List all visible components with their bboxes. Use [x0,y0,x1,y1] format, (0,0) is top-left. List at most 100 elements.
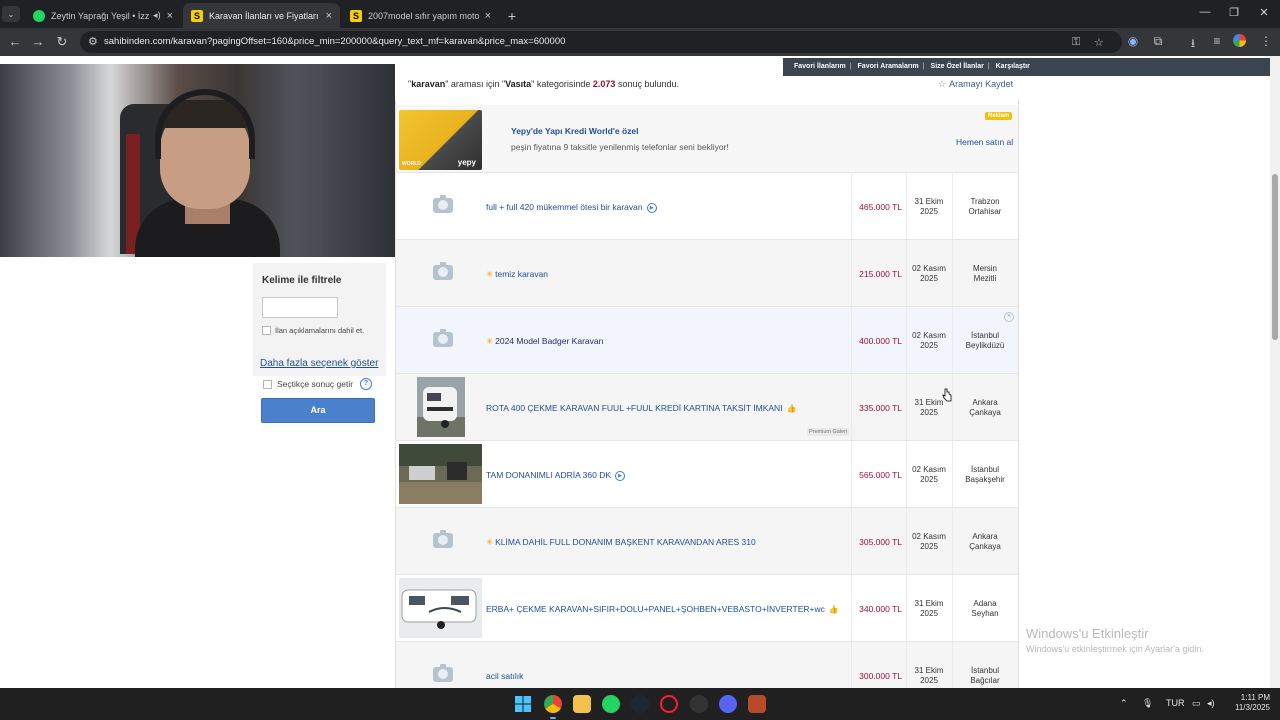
whatsapp-icon[interactable] [602,695,620,713]
url-text[interactable]: sahibinden.com/karavan?pagingOffset=160&… [104,36,565,47]
ad-cta-link[interactable]: Hemen satın al [956,137,1013,147]
system-clock[interactable]: 1:11 PM 11/3/2025 [1226,693,1270,713]
listing-date: 31 Ekim 2025 [906,599,952,619]
listing-title-text: TAM DONANIMLI ADRİA 360 DK [486,470,612,480]
bookmark-star-icon[interactable]: ☆ [1094,36,1104,49]
volume-icon[interactable]: ◂) [1207,698,1215,709]
listing-thumbnail[interactable] [399,176,482,236]
location-district: Ortahisar [968,207,1002,216]
more-options-link[interactable]: Daha fazla seçenek göster [260,358,378,369]
include-description-checkbox[interactable] [262,326,271,335]
location-district: Mezitli [973,274,997,283]
save-search-link[interactable]: ☆ Aramayı Kaydet [938,79,1013,90]
nav-favorite-listings[interactable]: Favori İlanlarım [794,63,846,70]
listing-title[interactable]: TAM DONANIMLI ADRİA 360 DK ▶ [486,470,626,481]
plus-icon: + [507,7,517,24]
close-window-button[interactable]: ✕ [1249,6,1279,19]
listing-title[interactable]: full + full 420 mükemmel ötesi bir karav… [486,202,657,213]
listing-row[interactable]: ROTA 400 ÇEKME KARAVAN FUUL +FUUL KREDİ … [396,374,1018,441]
chrome-icon[interactable] [544,695,562,713]
restore-button[interactable]: ❐ [1219,6,1249,19]
download-icon[interactable]: ⭳ [1185,34,1201,55]
speaker-icon[interactable]: ◂) [153,10,161,21]
close-icon[interactable]: × [167,10,173,22]
listing-row[interactable]: ✳ KLİMA DAHİL FULL DONANIM BAŞKENT KARAVA… [396,508,1018,575]
extension-icon[interactable]: ◉ [1125,34,1141,48]
listing-thumbnail[interactable] [399,511,482,571]
hide-listing-close-icon[interactable]: × [1004,312,1014,322]
reading-list-icon[interactable]: ≡ [1209,34,1225,48]
tab-title: Karavan İlanları ve Fiyatları sahib [209,10,320,21]
obs-icon[interactable] [690,695,708,713]
nav-special-listings[interactable]: Size Özel İlanlar [931,63,984,70]
network-icon[interactable]: ▭ [1192,698,1201,709]
nav-favorite-searches[interactable]: Favori Aramalarım [858,63,919,70]
tab-search-button[interactable]: ⌄ [2,6,20,22]
discord-icon[interactable] [719,695,737,713]
listing-row[interactable]: ✳ 2024 Model Badger Karavan 400.000 TL 02… [396,307,1018,374]
game-app-icon[interactable] [748,695,766,713]
ad-headline[interactable]: Yepy'de Yapı Kredi World'e özel [511,126,639,136]
listing-row[interactable]: TAM DONANIMLI ADRİA 360 DK ▶ 565.000 TL 0… [396,441,1018,508]
nav-compare[interactable]: Karşılaştır [996,63,1030,70]
tray-chevron-icon[interactable]: ⌃ [1120,698,1128,709]
forward-button[interactable]: → [29,34,47,49]
password-key-icon[interactable]: ⚿ [1072,36,1080,49]
listing-price: 305.000 TL [859,537,902,547]
caravan-photo [399,578,482,638]
menu-kebab-icon[interactable]: ⋮ [1258,34,1274,48]
listing-photo[interactable] [399,578,482,638]
auto-results-label[interactable]: Seçtikçe sonuç getir [277,379,353,389]
search-button[interactable]: Ara [261,398,375,423]
windows-start-icon[interactable] [514,695,532,713]
tab-karavan[interactable]: S Karavan İlanları ve Fiyatları sahib × [183,3,340,28]
ad-brand: yepy [457,158,476,167]
steam-icon[interactable] [631,695,649,713]
microphone-icon[interactable]: 🎙 [1142,698,1153,709]
extensions-puzzle-icon[interactable]: ⧉ [1150,34,1166,49]
listing-photo[interactable] [399,444,482,504]
tab-title: 2007model sıfır yapım motokaravan [368,10,479,21]
new-tab-button[interactable]: + [502,3,522,28]
filter-heading: Kelime ile filtrele [262,275,342,286]
auto-results-checkbox[interactable] [263,380,272,389]
listing-title[interactable]: ROTA 400 ÇEKME KARAVAN FUUL +FUUL KREDİ … [486,403,797,413]
tab-spotify[interactable]: Zeytin Yaprağı Yeşil • İzzet Yıld ◂) × [25,3,181,28]
opera-icon[interactable] [660,695,678,713]
ad-banner[interactable]: WORLD yepy Yepy'de Yapı Kredi World'e öz… [396,105,1018,173]
listing-title[interactable]: ✳ 2024 Model Badger Karavan [486,336,603,347]
listing-title[interactable]: ✳ KLİMA DAHİL FULL DONANIM BAŞKENT KARAVA… [486,537,756,548]
location-city: Ankara [972,398,998,407]
listing-thumbnail[interactable] [399,645,482,688]
include-description-label[interactable]: İlan açıklamalarını dahil et. [275,326,364,335]
ad-image[interactable]: WORLD yepy [399,110,482,170]
listing-title[interactable]: ✳ temiz karavan [486,269,548,280]
listing-location: İstanbul Başakşehir [952,465,1018,485]
listing-photo[interactable] [399,377,482,437]
minimize-button[interactable]: — [1190,6,1220,18]
listing-row[interactable]: acil satılık 300.000 TL 31 Ekim 2025 İsta… [396,642,1018,688]
ad-badge: Reklam [985,112,1013,120]
listing-row[interactable]: ✳ temiz karavan 215.000 TL 02 Kasım 2025 M… [396,240,1018,307]
close-icon[interactable]: × [326,10,332,22]
site-info-icon[interactable]: ⚙ [88,35,98,48]
scrollbar-thumb[interactable] [1272,174,1278,340]
profile-avatar-icon[interactable] [1233,34,1249,47]
reload-button[interactable]: ↻ [53,34,71,50]
help-icon[interactable]: ? [360,378,372,390]
listing-title[interactable]: ERBA+ ÇEKME KARAVAN+SIFIR+DOLU+PANEL+ŞOH… [486,604,839,614]
back-button[interactable]: ← [6,34,24,49]
listing-row[interactable]: full + full 420 mükemmel ötesi bir karav… [396,173,1018,240]
language-indicator[interactable]: TUR [1166,698,1185,708]
close-icon[interactable]: × [485,10,491,22]
file-explorer-icon[interactable] [573,695,591,713]
omnibox[interactable]: ⚙ sahibinden.com/karavan?pagingOffset=16… [80,31,1122,53]
listing-row[interactable]: ERBA+ ÇEKME KARAVAN+SIFIR+DOLU+PANEL+ŞOH… [396,575,1018,642]
listing-title[interactable]: acil satılık [486,671,523,681]
page-scrollbar[interactable] [1270,56,1280,688]
result-summary: "karavan" araması için "Vasıta" kategori… [408,79,679,89]
listing-thumbnail[interactable] [399,243,482,303]
listing-thumbnail[interactable] [399,310,482,370]
keyword-input[interactable] [262,297,338,318]
tab-motokaravan[interactable]: S 2007model sıfır yapım motokaravan × [342,3,499,28]
